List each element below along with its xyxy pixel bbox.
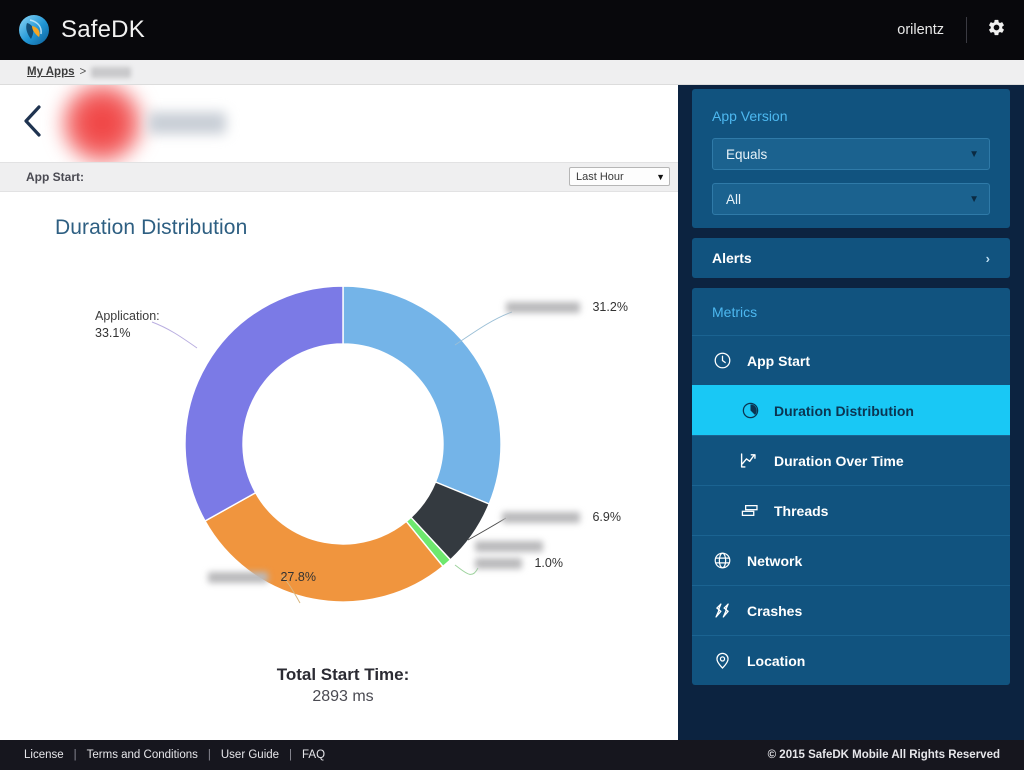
breadcrumb-separator: > [79, 66, 87, 78]
sidebar-item-label: App Start [747, 352, 810, 369]
breadcrumb-current-app-redacted [91, 66, 132, 78]
chevron-left-icon [22, 104, 44, 143]
footer-link-license[interactable]: License [24, 749, 64, 761]
pie-label-application-pct: 33.1% [95, 326, 131, 340]
metrics-card: Metrics App Start Duration Distribution Du… [692, 288, 1010, 685]
sidebar-item-label: Duration Distribution [774, 402, 914, 419]
pie-leader-line [454, 311, 513, 346]
app-start-label: App Start: [26, 169, 84, 184]
metrics-list: App Start Duration Distribution Duration O… [692, 335, 1010, 685]
crash-icon [712, 601, 733, 620]
pie-label-slice-1-name-redacted [506, 302, 580, 314]
threads-icon [740, 501, 761, 520]
sidebar-item-label: Crashes [747, 602, 803, 619]
safedk-logo-icon [18, 14, 50, 46]
footer-separator: | [207, 749, 211, 761]
sidebar-item-app-start[interactable]: App Start [692, 335, 1010, 385]
chart-panel: Duration Distribution Total Start Time: … [0, 192, 678, 740]
sidebar-item-location[interactable]: Location [692, 635, 1010, 685]
user-name[interactable]: orilentz [897, 22, 966, 38]
chevron-down-icon: ▼ [969, 148, 979, 160]
breadcrumb-my-apps[interactable]: My Apps [27, 66, 75, 78]
sidebar-item-alerts[interactable]: Alerts › [692, 238, 1010, 278]
pie-label-slice-1: 31.2% [506, 300, 628, 314]
pie-label-slice-3: 1.0% [475, 538, 563, 572]
duration-distribution-donut-chart: Total Start Time: 2893 ms Application: 3… [0, 240, 678, 740]
app-header-band [0, 85, 678, 162]
footer-separator: | [289, 749, 293, 761]
pie-label-slice-3-name-redacted [475, 541, 543, 553]
breadcrumb: My Apps > [0, 60, 1024, 85]
app-version-value: All [726, 191, 742, 207]
settings-button[interactable] [967, 18, 1006, 42]
footer-link-faq[interactable]: FAQ [302, 749, 325, 761]
pie-label-slice-1-pct: 31.2% [592, 300, 628, 314]
pie-label-slice-2-name-redacted [502, 512, 580, 524]
footer-link-terms-and-conditions[interactable]: Terms and Conditions [87, 749, 198, 761]
pie-label-slice-3-name2-redacted [475, 558, 522, 570]
time-range-select[interactable]: Last Hour ▼ [569, 167, 670, 187]
app-version-operator-value: Equals [726, 146, 768, 162]
footer: License | Terms and Conditions | User Guide |… [0, 740, 1024, 770]
pie-label-slice-4-name-redacted [208, 572, 268, 584]
sidebar-item-network[interactable]: Network [692, 535, 1010, 585]
app-icon-redacted [60, 85, 144, 162]
location-pin-icon [712, 651, 733, 670]
pie-label-slice-3-pct: 1.0% [534, 556, 563, 570]
sidebar-item-duration-over-time[interactable]: Duration Over Time [692, 435, 1010, 485]
pie-chart-icon [740, 401, 761, 420]
sidebar-item-label: Duration Over Time [774, 452, 904, 469]
metrics-title: Metrics [712, 304, 758, 320]
line-chart-icon [740, 451, 761, 470]
footer-link-user-guide[interactable]: User Guide [221, 749, 279, 761]
back-button[interactable] [22, 104, 44, 143]
clock-icon [712, 351, 733, 370]
pie-label-application-name: Application: [95, 309, 160, 323]
top-header-right: orilentz [897, 17, 1006, 43]
main-stage: App Start: Last Hour ▼ Duration Distribu… [0, 85, 1024, 740]
app-version-card: App Version Equals ▼ All ▼ [692, 89, 1010, 228]
app-version-title: App Version [712, 108, 788, 124]
top-header-bar: SafeDK orilentz [0, 0, 1024, 60]
chevron-down-icon: ▼ [969, 193, 979, 205]
donut-slice[interactable] [184, 285, 344, 522]
chevron-right-icon: › [985, 250, 990, 266]
donut-slice[interactable] [204, 491, 444, 603]
page-title: Duration Distribution [55, 216, 248, 239]
brand[interactable]: SafeDK [18, 14, 145, 46]
content-panel: App Start: Last Hour ▼ Duration Distribu… [0, 85, 678, 740]
app-start-sub-band: App Start: Last Hour ▼ [0, 161, 678, 192]
pie-label-slice-2: 6.9% [502, 510, 621, 524]
footer-copyright: © 2015 SafeDK Mobile All Rights Reserved [767, 749, 1000, 761]
sidebar-item-crashes[interactable]: Crashes [692, 585, 1010, 635]
app-version-operator-select[interactable]: Equals ▼ [712, 138, 990, 170]
app-version-value-select[interactable]: All ▼ [712, 183, 990, 215]
globe-icon [712, 551, 733, 570]
pie-label-slice-4-pct: 27.8% [280, 570, 316, 584]
sidebar-item-duration-distribution[interactable]: Duration Distribution [692, 385, 1010, 435]
time-range-value: Last Hour [576, 170, 624, 183]
gear-icon [987, 18, 1006, 42]
sidebar-item-label: Threads [774, 502, 829, 519]
donut-slice[interactable] [342, 285, 502, 505]
footer-links: License | Terms and Conditions | User Guide |… [24, 749, 325, 761]
pie-label-application: Application: 33.1% [95, 308, 160, 342]
pie-label-slice-4: 27.8% [208, 570, 316, 584]
sidebar-item-label: Network [747, 552, 803, 569]
brand-name: SafeDK [61, 16, 145, 43]
app-name-redacted [148, 112, 226, 135]
pie-label-slice-2-pct: 6.9% [592, 510, 621, 524]
sidebar-item-threads[interactable]: Threads [692, 485, 1010, 535]
right-sidebar: App Version Equals ▼ All ▼ Alerts › Metr… [678, 85, 1024, 740]
alerts-label: Alerts [712, 250, 752, 266]
chevron-down-icon: ▼ [656, 171, 665, 182]
footer-separator: | [73, 749, 77, 761]
sidebar-item-label: Location [747, 652, 806, 669]
